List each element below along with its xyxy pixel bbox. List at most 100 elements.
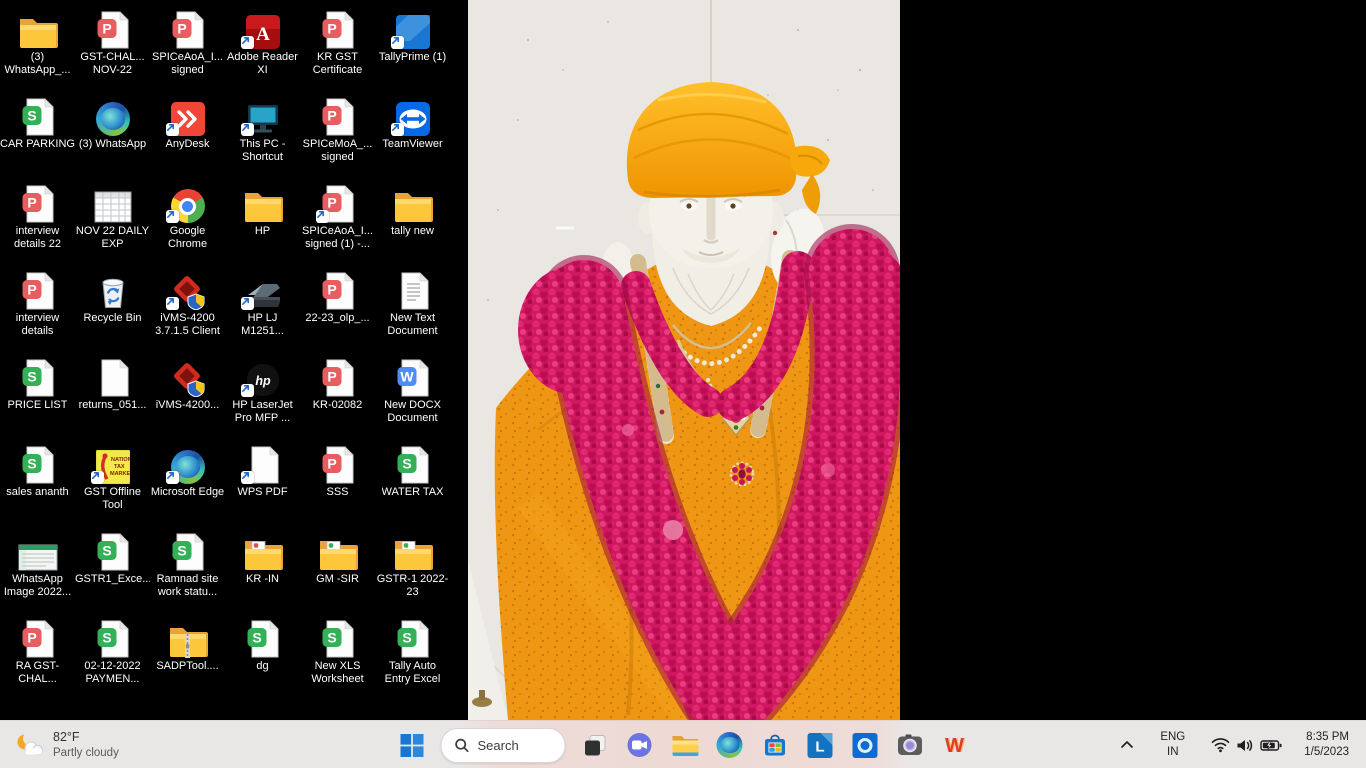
desktop-icon[interactable]: hpHP LaserJet Pro MFP ... bbox=[225, 351, 300, 438]
desktop-icon[interactable]: P22-23_olp_... bbox=[300, 264, 375, 351]
desktop-icon[interactable]: (3) WhatsApp bbox=[75, 90, 150, 177]
desktop-icon[interactable]: NATIONTAXMARKETGST Offline Tool bbox=[75, 438, 150, 525]
desktop-icon-label: GM -SIR bbox=[316, 573, 359, 586]
desktop-icon[interactable]: TallyPrime (1) bbox=[375, 3, 450, 90]
desktop-icon-label: 02-12-2022 PAYMEN... bbox=[75, 660, 150, 686]
desktop-icon[interactable]: Recycle Bin bbox=[75, 264, 150, 351]
weather-widget[interactable]: 82°F Partly cloudy bbox=[0, 721, 133, 768]
taskbar-task-view-button[interactable] bbox=[575, 723, 615, 767]
taskbar: 82°F Partly cloudy bbox=[0, 720, 1366, 768]
desktop-icon[interactable]: SGSTR1_Exce... bbox=[75, 525, 150, 612]
desktop-icon[interactable]: TeamViewer bbox=[375, 90, 450, 177]
desktop-icon[interactable]: AnyDesk bbox=[150, 90, 225, 177]
desktop-icon[interactable]: tally new bbox=[375, 177, 450, 264]
desktop-icon[interactable]: PSPICeAoA_I... signed bbox=[150, 3, 225, 90]
weather-condition: Partly cloudy bbox=[53, 746, 119, 760]
desktop-icon[interactable]: SRamnad site work statu... bbox=[150, 525, 225, 612]
desktop-icon[interactable]: Sdg bbox=[225, 612, 300, 699]
windows-start-icon bbox=[399, 733, 424, 758]
desktop-icon[interactable]: S02-12-2022 PAYMEN... bbox=[75, 612, 150, 699]
desktop-icon[interactable]: PRA GST-CHAL... bbox=[0, 612, 75, 699]
svg-text:S: S bbox=[327, 630, 336, 646]
desktop-icon[interactable]: PKR GST Certificate bbox=[300, 3, 375, 90]
taskbar-wps-office-button[interactable]: WW bbox=[935, 723, 975, 767]
desktop-icon[interactable]: WNew DOCX Document bbox=[375, 351, 450, 438]
language-indicator[interactable]: ENG IN bbox=[1152, 727, 1193, 763]
desktop: (3) WhatsApp_...PGST-CHAL... NOV-22PSPIC… bbox=[0, 0, 1366, 768]
excel-icon: S bbox=[247, 620, 279, 658]
desktop-icon-label: AnyDesk bbox=[165, 138, 209, 151]
start-button[interactable] bbox=[392, 723, 432, 767]
pdf-icon: P bbox=[322, 272, 354, 310]
desktop-icon[interactable]: Pinterview details 22 bbox=[0, 177, 75, 264]
desktop-icon[interactable]: iVMS-4200... bbox=[150, 351, 225, 438]
shortcut-arrow-icon bbox=[91, 471, 104, 484]
microsoft-store-icon bbox=[762, 733, 787, 758]
excel-icon: S bbox=[397, 446, 429, 484]
desktop-icon[interactable]: S WATER TAX bbox=[375, 438, 450, 525]
desktop-icon-label: Google Chrome bbox=[150, 225, 225, 251]
desktop-icon[interactable]: HP LJ M1251... bbox=[225, 264, 300, 351]
desktop-icon[interactable]: Google Chrome bbox=[150, 177, 225, 264]
desktop-icon[interactable]: NOV 22 DAILY EXP bbox=[75, 177, 150, 264]
desktop-icon-label: dg bbox=[256, 660, 268, 673]
desktop-icon[interactable]: PGST-CHAL... NOV-22 bbox=[75, 3, 150, 90]
desktop-icon-label: interview details 22 bbox=[0, 225, 75, 251]
taskbar-l-app-button[interactable]: L bbox=[800, 723, 840, 767]
desktop-icon[interactable]: SCAR PARKING bbox=[0, 90, 75, 177]
excel-icon: S bbox=[97, 620, 129, 658]
taskbar-cortana-button[interactable] bbox=[845, 723, 885, 767]
desktop-icon[interactable]: WhatsApp Image 2022... bbox=[0, 525, 75, 612]
pdf-icon: P bbox=[172, 11, 204, 49]
hidden-icons-button[interactable] bbox=[1114, 725, 1140, 765]
desktop-icon[interactable]: Pinterview details bbox=[0, 264, 75, 351]
desktop-icon[interactable]: HP bbox=[225, 177, 300, 264]
ivms-icon bbox=[170, 361, 206, 397]
desktop-icon[interactable]: iVMS-4200 3.7.1.5 Client bbox=[150, 264, 225, 351]
desktop-icon[interactable]: PSSS bbox=[300, 438, 375, 525]
search-label: Search bbox=[478, 738, 519, 753]
desktop-icon[interactable]: PKR-02082 bbox=[300, 351, 375, 438]
blank-icon bbox=[97, 359, 129, 397]
taskbar-chat-button[interactable] bbox=[620, 723, 660, 767]
taskbar-microsoft-store-button[interactable] bbox=[755, 723, 795, 767]
taskbar-edge-button[interactable] bbox=[710, 723, 750, 767]
grid-sheet-icon bbox=[94, 191, 132, 223]
desktop-icon-label: (3) WhatsApp bbox=[79, 138, 146, 151]
language-line2: IN bbox=[1167, 745, 1179, 760]
desktop-icon[interactable]: AAdobe Reader XI bbox=[225, 3, 300, 90]
desktop-icon[interactable]: SNew XLS Worksheet bbox=[300, 612, 375, 699]
sai-baba-statue-illustration bbox=[468, 0, 900, 720]
desktop-icon[interactable]: WPS PDF bbox=[225, 438, 300, 525]
desktop-icon[interactable]: KR -IN bbox=[225, 525, 300, 612]
quick-settings-button[interactable] bbox=[1203, 731, 1290, 759]
folder-docs-green-icon bbox=[393, 537, 433, 571]
desktop-icon[interactable]: PSPICeAoA_I... signed (1) -... bbox=[300, 177, 375, 264]
desktop-icon[interactable]: SADPTool.... bbox=[150, 612, 225, 699]
search-box[interactable]: Search bbox=[441, 728, 566, 763]
desktop-icon-label: iVMS-4200... bbox=[156, 399, 220, 412]
folder-icon bbox=[243, 189, 283, 223]
svg-text:P: P bbox=[27, 630, 36, 646]
taskbar-camera-button[interactable] bbox=[890, 723, 930, 767]
desktop-icon[interactable]: Ssales ananth bbox=[0, 438, 75, 525]
desktop-icon[interactable]: GSTR-1 2022-23 bbox=[375, 525, 450, 612]
camera-icon bbox=[897, 733, 922, 758]
desktop-icon[interactable]: This PC - Shortcut bbox=[225, 90, 300, 177]
svg-text:S: S bbox=[27, 108, 36, 124]
clock[interactable]: 8:35 PM 1/5/2023 bbox=[1298, 727, 1355, 763]
desktop-icon[interactable]: New Text Document bbox=[375, 264, 450, 351]
desktop-icon[interactable]: SPRICE LIST bbox=[0, 351, 75, 438]
desktop-icon[interactable]: Microsoft Edge bbox=[150, 438, 225, 525]
pdf-icon: P bbox=[322, 11, 354, 49]
desktop-icon[interactable]: STally Auto Entry Excel bbox=[375, 612, 450, 699]
desktop-icon-label: WATER TAX bbox=[382, 486, 444, 499]
desktop-icon[interactable]: (3) WhatsApp_... bbox=[0, 3, 75, 90]
desktop-icon[interactable]: PSPICeMoA_... signed bbox=[300, 90, 375, 177]
svg-text:L: L bbox=[815, 738, 824, 755]
taskbar-file-explorer-button[interactable] bbox=[665, 723, 705, 767]
desktop-icon-label: SPICeMoA_... signed bbox=[300, 138, 375, 164]
desktop-icon-label: New DOCX Document bbox=[375, 399, 450, 425]
desktop-icon[interactable]: returns_051... bbox=[75, 351, 150, 438]
desktop-icon[interactable]: GM -SIR bbox=[300, 525, 375, 612]
